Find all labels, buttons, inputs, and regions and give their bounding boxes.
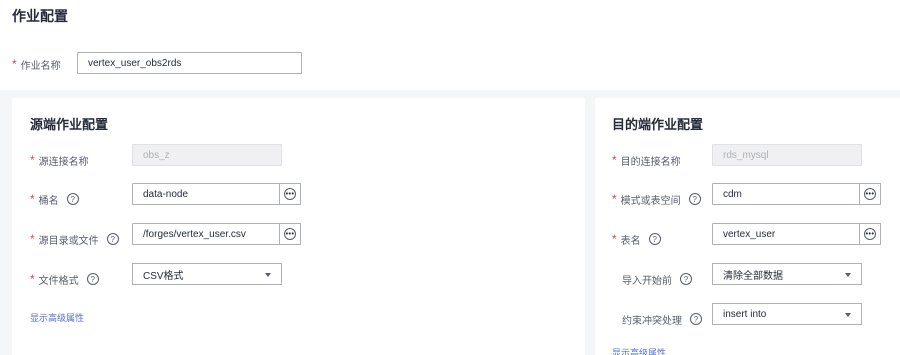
source-advanced-link[interactable]: 显示高级属性 [30, 311, 84, 324]
dest-advanced-link[interactable]: 显示高级属性 [612, 346, 666, 355]
source-connection-row: * 源连接名称 [30, 149, 89, 171]
more-icon: ••• [864, 188, 876, 200]
format-row: * 文件格式 ? [30, 268, 99, 290]
chevron-down-icon [845, 273, 851, 277]
required-mark: * [12, 57, 17, 71]
page-title: 作业配置 [12, 8, 68, 24]
schema-row: * 模式或表空间 ? [612, 188, 701, 210]
dest-connection-label: 目的连接名称 [620, 156, 681, 168]
source-panel-title: 源端作业配置 [30, 117, 109, 132]
help-icon[interactable]: ? [690, 313, 702, 325]
required-mark: * [30, 272, 35, 286]
more-icon: ••• [284, 228, 296, 240]
source-connection-input: obs_z [132, 144, 282, 166]
schema-browse-button[interactable]: ••• [859, 183, 881, 205]
job-name-row: * 作业名称 [12, 53, 61, 75]
before-import-label: 导入开始前 [622, 275, 672, 287]
format-label: 文件格式 [38, 275, 79, 287]
source-connection-label: 源连接名称 [38, 156, 89, 168]
conflict-select[interactable]: insert into [712, 303, 862, 325]
table-row: * 表名 ? [612, 228, 661, 250]
schema-label: 模式或表空间 [620, 195, 681, 207]
conflict-row: 约束冲突处理 ? [622, 308, 702, 330]
help-icon[interactable]: ? [86, 273, 99, 285]
required-mark: * [30, 153, 35, 167]
help-icon[interactable]: ? [66, 193, 79, 205]
before-import-value: 清除全部数据 [723, 270, 783, 282]
dest-connection-input: rds_mysql [712, 144, 862, 166]
more-icon: ••• [864, 228, 876, 240]
required-mark: * [612, 153, 617, 167]
schema-input[interactable]: cdm [712, 183, 860, 205]
bucket-label: 桶名 [38, 195, 59, 207]
dir-input[interactable]: /forges/vertex_user.csv [132, 223, 280, 245]
before-import-row: 导入开始前 ? [622, 268, 692, 290]
required-mark: * [30, 232, 35, 246]
chevron-down-icon [265, 273, 271, 277]
required-mark: * [612, 192, 617, 206]
bucket-input[interactable]: data-node [132, 183, 280, 205]
before-import-select[interactable]: 清除全部数据 [712, 263, 862, 285]
help-icon[interactable]: ? [688, 193, 701, 205]
dir-row: * 源目录或文件 ? [30, 228, 119, 250]
source-config-panel: 源端作业配置 * 源连接名称 obs_z * 桶名 ? data-node ••… [12, 98, 585, 355]
dir-browse-button[interactable]: ••• [279, 223, 301, 245]
dest-config-panel: 目的端作业配置 * 目的连接名称 rds_mysql * 模式或表空间 ? cd… [595, 98, 900, 355]
required-mark: * [30, 192, 35, 206]
bucket-browse-button[interactable]: ••• [279, 183, 301, 205]
help-icon[interactable]: ? [106, 233, 119, 245]
help-icon[interactable]: ? [680, 273, 692, 285]
table-input[interactable]: vertex_user [712, 223, 860, 245]
table-browse-button[interactable]: ••• [859, 223, 881, 245]
required-mark: * [612, 232, 617, 246]
conflict-value: insert into [723, 308, 767, 320]
job-name-label: 作业名称 [20, 60, 61, 72]
conflict-label: 约束冲突处理 [622, 315, 682, 327]
dest-panel-title: 目的端作业配置 [612, 117, 704, 132]
bucket-row: * 桶名 ? [30, 188, 79, 210]
help-icon[interactable]: ? [648, 233, 661, 245]
format-select-value: CSV格式 [143, 270, 184, 282]
dest-connection-row: * 目的连接名称 [612, 149, 681, 171]
format-select[interactable]: CSV格式 [132, 263, 282, 285]
chevron-down-icon [845, 313, 851, 317]
more-icon: ••• [284, 188, 296, 200]
job-name-input[interactable]: vertex_user_obs2rds [77, 52, 302, 74]
job-config-header: 作业配置 * 作业名称 vertex_user_obs2rds [0, 0, 900, 90]
table-label: 表名 [620, 235, 641, 247]
dir-label: 源目录或文件 [38, 235, 99, 247]
